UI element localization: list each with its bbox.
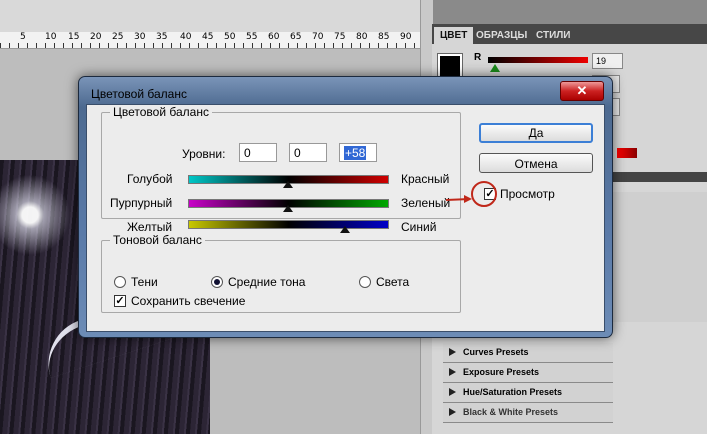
yellow-blue-slider[interactable] bbox=[188, 220, 389, 229]
preserve-luminosity-label: Сохранить свечение bbox=[131, 294, 246, 308]
level-input-yellow-blue[interactable]: +58 bbox=[339, 143, 377, 162]
tab-color[interactable]: ЦВЕТ bbox=[434, 27, 474, 44]
ruler-tick: 25 bbox=[112, 32, 124, 42]
radio-midtones[interactable] bbox=[211, 276, 223, 288]
ruler-tick: 35 bbox=[156, 32, 168, 42]
list-item[interactable]: Hue/Saturation Presets bbox=[443, 383, 613, 403]
ruler-tick: 45 bbox=[202, 32, 214, 42]
level-input-cyan-red[interactable]: 0 bbox=[239, 143, 277, 162]
dialog-title: Цветовой баланс bbox=[91, 87, 187, 101]
radio-highlights-label: Света bbox=[376, 275, 410, 289]
ruler-tick: 40 bbox=[180, 32, 192, 42]
panel-tab-bar: ЦВЕТ ОБРАЗЦЫ СТИЛИ bbox=[432, 24, 707, 44]
slider-left-label: Голубой bbox=[127, 172, 173, 186]
tone-balance-group-title: Тоновой баланс bbox=[113, 233, 202, 247]
radio-shadows-label: Тени bbox=[131, 275, 158, 289]
channel-label: R bbox=[474, 52, 482, 63]
app-top-area bbox=[0, 0, 430, 32]
ruler-marks bbox=[0, 43, 420, 48]
red-channel-slider[interactable] bbox=[488, 57, 588, 63]
radio-highlights[interactable] bbox=[359, 276, 371, 288]
cyan-red-slider-thumb[interactable] bbox=[282, 181, 293, 188]
ruler-tick: 85 bbox=[378, 32, 390, 42]
red-slider-thumb[interactable] bbox=[490, 64, 500, 72]
ruler-tick: 10 bbox=[45, 32, 57, 42]
panel-separator bbox=[612, 172, 707, 182]
ruler-tick: 55 bbox=[246, 32, 258, 42]
preview-label: Просмотр bbox=[500, 187, 555, 201]
cancel-button[interactable]: Отмена bbox=[479, 153, 593, 173]
ruler-tick: 60 bbox=[268, 32, 280, 42]
preserve-luminosity-checkbox[interactable]: ✓ bbox=[114, 295, 126, 307]
expand-triangle-icon bbox=[449, 408, 456, 416]
slider-right-label: Синий bbox=[401, 220, 437, 234]
radio-midtones-label: Средние тона bbox=[228, 275, 306, 289]
expand-triangle-icon bbox=[449, 368, 456, 376]
foreground-color-swatch[interactable] bbox=[437, 53, 463, 79]
ruler-tick: 5 bbox=[20, 32, 26, 42]
red-channel-value[interactable]: 19 bbox=[592, 53, 623, 69]
ruler-tick: 20 bbox=[90, 32, 102, 42]
ruler-tick: 90 bbox=[400, 32, 412, 42]
tab-styles[interactable]: СТИЛИ bbox=[530, 27, 576, 44]
magenta-green-slider-thumb[interactable] bbox=[282, 205, 293, 212]
ruler-tick: 65 bbox=[290, 32, 302, 42]
color-spectrum[interactable] bbox=[617, 148, 637, 158]
expand-triangle-icon bbox=[449, 388, 456, 396]
dialog-body: Цветовой баланс Уровни: 0 0 +58 Голубой … bbox=[86, 104, 605, 332]
tab-swatches[interactable]: ОБРАЗЦЫ bbox=[470, 27, 533, 44]
color-balance-dialog: Цветовой баланс ✕ Цветовой баланс Уровни… bbox=[78, 76, 613, 338]
level-input-magenta-green[interactable]: 0 bbox=[289, 143, 327, 162]
ruler-tick: 15 bbox=[68, 32, 80, 42]
radio-shadows[interactable] bbox=[114, 276, 126, 288]
presets-list: Curves Presets Exposure Presets Hue/Satu… bbox=[443, 343, 613, 423]
ok-button[interactable]: Да bbox=[479, 123, 593, 143]
ruler-tick: 70 bbox=[312, 32, 324, 42]
preview-checkbox[interactable]: ✓ bbox=[484, 188, 496, 200]
list-item[interactable]: Curves Presets bbox=[443, 343, 613, 363]
level-value-selected: +58 bbox=[344, 146, 367, 160]
ruler-tick: 80 bbox=[356, 32, 368, 42]
slider-right-label: Зеленый bbox=[401, 196, 451, 210]
ruler-tick: 75 bbox=[334, 32, 346, 42]
levels-label: Уровни: bbox=[182, 147, 226, 161]
close-button[interactable]: ✕ bbox=[560, 81, 604, 101]
yellow-blue-slider-thumb[interactable] bbox=[340, 226, 351, 233]
horizontal-ruler: 5 10 15 20 25 30 35 40 45 50 55 60 65 70… bbox=[0, 32, 420, 49]
color-balance-group-title: Цветовой баланс bbox=[113, 105, 209, 119]
ruler-tick: 50 bbox=[224, 32, 236, 42]
slider-left-label: Пурпурный bbox=[110, 196, 173, 210]
list-item[interactable]: Black & White Presets bbox=[443, 403, 613, 423]
expand-triangle-icon bbox=[449, 348, 456, 356]
list-item[interactable]: Exposure Presets bbox=[443, 363, 613, 383]
slider-right-label: Красный bbox=[401, 172, 450, 186]
ruler-tick: 30 bbox=[134, 32, 146, 42]
slider-left-label: Желтый bbox=[127, 220, 173, 234]
